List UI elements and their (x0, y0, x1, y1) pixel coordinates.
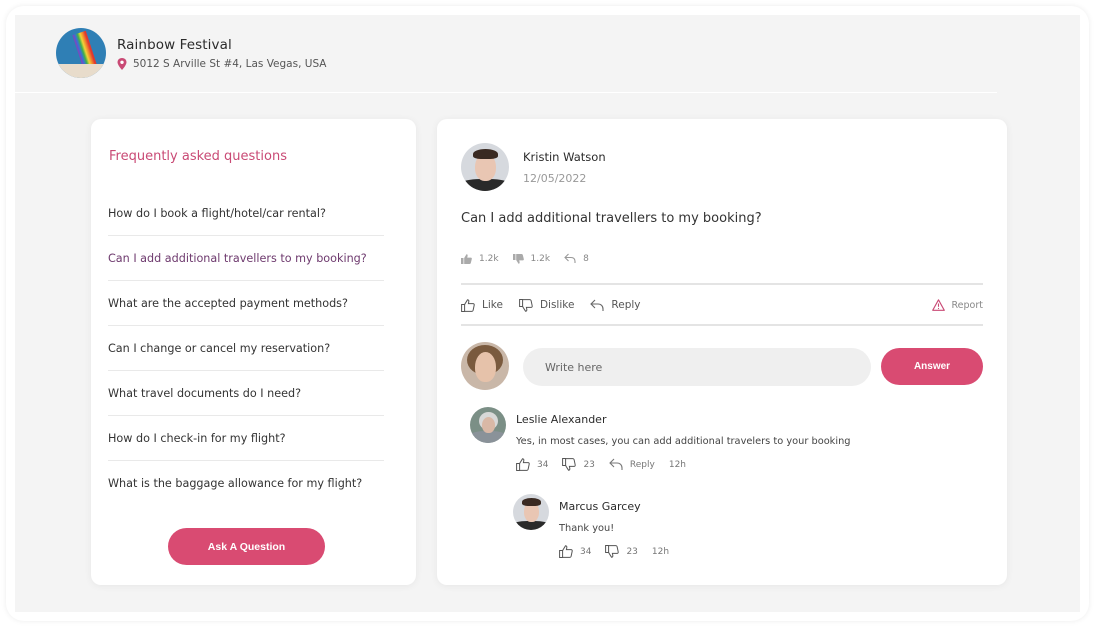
event-title: Rainbow Festival (117, 36, 232, 53)
faq-item[interactable]: What travel documents do I need? (108, 371, 384, 416)
thumbs-down-icon (519, 298, 533, 312)
post-stats: 1.2k 1.2k 8 (461, 253, 603, 264)
faq-item[interactable]: What is the baggage allowance for my fli… (108, 461, 384, 506)
faq-item[interactable]: How do I check-in for my flight? (108, 416, 384, 461)
commenter-avatar (513, 494, 549, 530)
commenter-avatar (470, 407, 506, 443)
thumbs-down-icon (605, 545, 620, 558)
dislike-button[interactable]: Dislike (519, 298, 574, 312)
faq-title: Frequently asked questions (109, 149, 287, 164)
faq-list: How do I book a flight/hotel/car rental?… (108, 191, 384, 506)
comment-dislike-button[interactable]: 23 (562, 458, 595, 471)
thumbs-up-icon (559, 545, 573, 558)
comment: Leslie Alexander Yes, in most cases, you… (470, 407, 990, 487)
comment-text: Thank you! (559, 523, 615, 534)
faq-panel: Frequently asked questions How do I book… (91, 119, 416, 585)
report-button[interactable]: Report (931, 299, 983, 311)
event-location: 5012 S Arville St #4, Las Vegas, USA (117, 57, 327, 70)
header-divider (15, 92, 997, 93)
event-header: Rainbow Festival 5012 S Arville St #4, L… (56, 28, 327, 78)
author-name: Kristin Watson (523, 150, 606, 164)
thumbs-up-icon (461, 298, 475, 312)
comment-meta: 34 23 12h (559, 545, 683, 558)
ask-question-button[interactable]: Ask A Question (168, 528, 325, 565)
comment-time: 12h (668, 459, 686, 470)
event-info: Rainbow Festival 5012 S Arville St #4, L… (117, 37, 327, 70)
thumbs-down-filled-icon (512, 253, 524, 264)
warning-triangle-icon (931, 299, 945, 311)
replies-count: 8 (564, 253, 589, 264)
dislikes-count: 1.2k (512, 253, 550, 264)
comment-dislike-button[interactable]: 23 (605, 545, 638, 558)
reply-button[interactable]: Reply (590, 299, 641, 312)
reply-icon (564, 253, 576, 263)
comment-reply-button[interactable]: Reply (609, 458, 655, 471)
event-avatar (56, 28, 106, 78)
question-text: Can I add additional travellers to my bo… (461, 211, 762, 226)
comment-time: 12h (651, 546, 670, 557)
faq-item[interactable]: How do I book a flight/hotel/car rental? (108, 191, 384, 236)
comment-author: Leslie Alexander (516, 413, 607, 426)
comment-meta: 34 23 Reply 12h (516, 458, 700, 471)
post-actions: Like Dislike Reply Report (461, 295, 983, 315)
author-avatar (461, 143, 509, 191)
thumbs-up-filled-icon (461, 253, 472, 264)
faq-item-active[interactable]: Can I add additional travellers to my bo… (108, 236, 384, 281)
map-pin-icon (117, 57, 127, 70)
faq-item[interactable]: What are the accepted payment methods? (108, 281, 384, 326)
post-date: 12/05/2022 (523, 172, 587, 185)
reply-icon (609, 458, 623, 470)
thumbs-down-icon (562, 458, 577, 471)
current-user-avatar (461, 342, 509, 390)
comment-like-button[interactable]: 34 (559, 545, 591, 558)
comment-author: Marcus Garcey (559, 500, 641, 513)
like-button[interactable]: Like (461, 298, 503, 312)
comment-text: Yes, in most cases, you can add addition… (516, 436, 851, 447)
answer-button[interactable]: Answer (881, 348, 983, 385)
divider (461, 283, 983, 285)
comment-reply: Marcus Garcey Thank you! 34 23 12h (513, 494, 913, 574)
comment-like-button[interactable]: 34 (516, 458, 548, 471)
event-location-text: 5012 S Arville St #4, Las Vegas, USA (133, 57, 327, 70)
reply-icon (590, 299, 604, 311)
faq-item[interactable]: Can I change or cancel my reservation? (108, 326, 384, 371)
thumbs-up-icon (516, 458, 530, 471)
divider (461, 324, 983, 326)
likes-count: 1.2k (461, 254, 499, 264)
answer-input[interactable] (523, 348, 871, 386)
